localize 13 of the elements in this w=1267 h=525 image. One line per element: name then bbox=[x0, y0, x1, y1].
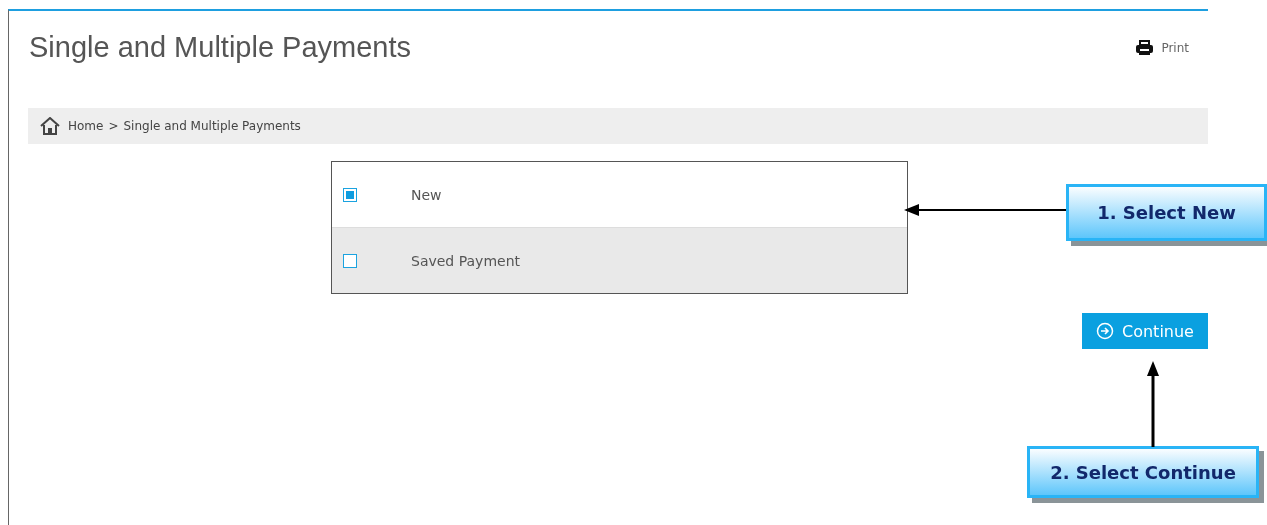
page-title: Single and Multiple Payments bbox=[29, 31, 412, 64]
option-row[interactable]: Saved Payment bbox=[332, 228, 907, 293]
option-label: Saved Payment bbox=[411, 252, 520, 269]
home-icon bbox=[40, 117, 60, 135]
checkbox[interactable] bbox=[343, 253, 357, 268]
breadcrumb-current: Single and Multiple Payments bbox=[123, 119, 301, 133]
option-label: New bbox=[411, 186, 442, 203]
breadcrumb-separator: > bbox=[108, 119, 119, 133]
checkbox[interactable] bbox=[343, 187, 357, 202]
print-link[interactable]: Print bbox=[1136, 40, 1189, 56]
printer-icon bbox=[1136, 40, 1154, 56]
breadcrumb-link[interactable]: Home bbox=[68, 119, 104, 133]
arrow-circle-icon bbox=[1096, 322, 1114, 340]
